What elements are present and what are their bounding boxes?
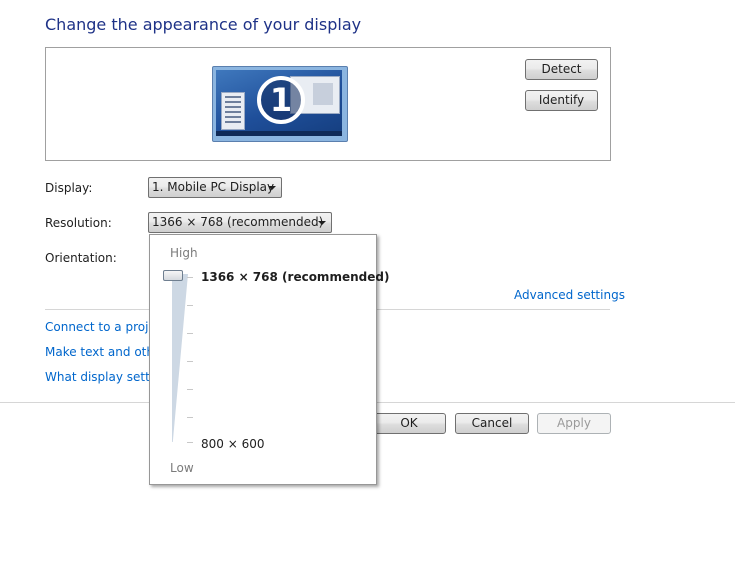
display-label: Display: — [45, 181, 93, 195]
slider-tick — [187, 389, 193, 390]
connect-projector-link[interactable]: Connect to a projec — [45, 320, 162, 334]
resolution-select-value: 1366 × 768 (recommended) — [152, 215, 324, 229]
mini-taskbar — [216, 131, 342, 136]
resolution-select[interactable]: 1366 × 768 (recommended) — [148, 212, 332, 233]
display-select[interactable]: 1. Mobile PC Display — [148, 177, 282, 198]
chevron-down-icon — [318, 221, 326, 225]
monitor-screen: 1 — [216, 70, 342, 136]
resolution-slider-thumb[interactable] — [163, 270, 183, 281]
monitor-1-preview[interactable]: 1 — [212, 66, 348, 142]
slider-tick — [187, 305, 193, 306]
mini-window-icon — [221, 92, 245, 130]
slider-tick — [187, 277, 193, 278]
advanced-settings-link[interactable]: Advanced settings — [514, 288, 625, 302]
resolution-slider-track[interactable] — [172, 274, 188, 442]
slider-tick — [187, 442, 193, 443]
resolution-option-bottom[interactable]: 800 × 600 — [201, 437, 265, 451]
apply-button[interactable]: Apply — [537, 413, 611, 434]
resolution-label: Resolution: — [45, 216, 112, 230]
identify-button[interactable]: Identify — [525, 90, 598, 111]
page-title: Change the appearance of your display — [45, 15, 362, 34]
orientation-label: Orientation: — [45, 251, 117, 265]
chevron-down-icon — [268, 186, 276, 190]
display-select-value: 1. Mobile PC Display — [152, 180, 275, 194]
resolution-dropdown-panel: High 1366 × 768 (recommended) 800 × 600 … — [149, 234, 389, 485]
detect-button[interactable]: Detect — [525, 59, 598, 80]
slider-low-label: Low — [170, 461, 194, 475]
ok-button[interactable]: OK — [372, 413, 446, 434]
slider-tick — [187, 361, 193, 362]
cancel-button[interactable]: Cancel — [455, 413, 529, 434]
slider-tick — [187, 417, 193, 418]
slider-tick — [187, 333, 193, 334]
monitor-number-badge: 1 — [257, 76, 305, 124]
slider-high-label: High — [170, 246, 198, 260]
resolution-option-top[interactable]: 1366 × 768 (recommended) — [201, 270, 389, 284]
